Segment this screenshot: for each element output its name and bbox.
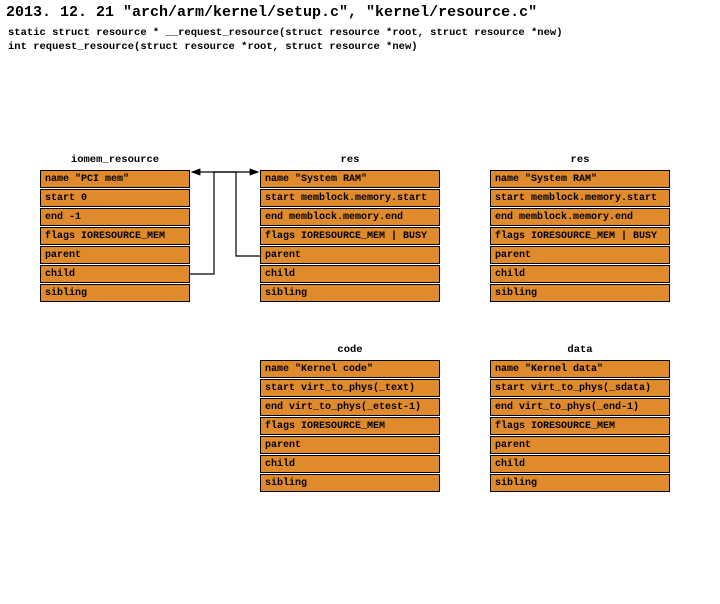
cell-iomem-end: end -1 bbox=[40, 208, 190, 226]
cell-data-sibling: sibling bbox=[490, 474, 670, 492]
sig-request-resource-static: static struct resource * __request_resou… bbox=[8, 27, 712, 41]
cell-res1-start: start memblock.memory.start bbox=[260, 189, 440, 207]
diagram-stage: iomem_resource name "PCI mem" start 0 en… bbox=[0, 64, 720, 544]
cell-data-child: child bbox=[490, 455, 670, 473]
cell-data-name: name "Kernel data" bbox=[490, 360, 670, 378]
cell-code-name: name "Kernel code" bbox=[260, 360, 440, 378]
cell-code-start: start virt_to_phys(_text) bbox=[260, 379, 440, 397]
cell-res2-child: child bbox=[490, 265, 670, 283]
cell-data-end: end virt_to_phys(_end-1) bbox=[490, 398, 670, 416]
cell-iomem-start: start 0 bbox=[40, 189, 190, 207]
cell-res1-name: name "System RAM" bbox=[260, 170, 440, 188]
struct-res-1: res name "System RAM" start memblock.mem… bbox=[260, 154, 440, 302]
cell-iomem-flags: flags IORESOURCE_MEM bbox=[40, 227, 190, 245]
struct-res-2: res name "System RAM" start memblock.mem… bbox=[490, 154, 670, 302]
cell-res2-parent: parent bbox=[490, 246, 670, 264]
page-title: 2013. 12. 21 "arch/arm/kernel/setup.c", … bbox=[0, 0, 720, 25]
cell-data-flags: flags IORESOURCE_MEM bbox=[490, 417, 670, 435]
cell-iomem-parent: parent bbox=[40, 246, 190, 264]
cell-code-child: child bbox=[260, 455, 440, 473]
cell-res1-flags: flags IORESOURCE_MEM | BUSY bbox=[260, 227, 440, 245]
struct-data: data name "Kernel data" start virt_to_ph… bbox=[490, 344, 670, 492]
cell-res2-name: name "System RAM" bbox=[490, 170, 670, 188]
cell-code-parent: parent bbox=[260, 436, 440, 454]
struct-code: code name "Kernel code" start virt_to_ph… bbox=[260, 344, 440, 492]
sig-request-resource: int request_resource(struct resource *ro… bbox=[8, 41, 712, 55]
cell-res1-end: end memblock.memory.end bbox=[260, 208, 440, 226]
struct-title-data: data bbox=[490, 344, 670, 356]
struct-title-code: code bbox=[260, 344, 440, 356]
signatures: static struct resource * __request_resou… bbox=[0, 25, 720, 64]
struct-title-res2: res bbox=[490, 154, 670, 166]
cell-res2-flags: flags IORESOURCE_MEM | BUSY bbox=[490, 227, 670, 245]
cell-iomem-sibling: sibling bbox=[40, 284, 190, 302]
struct-title-res1: res bbox=[260, 154, 440, 166]
cell-res1-sibling: sibling bbox=[260, 284, 440, 302]
cell-res2-start: start memblock.memory.start bbox=[490, 189, 670, 207]
struct-title-iomem: iomem_resource bbox=[40, 154, 190, 166]
cell-iomem-name: name "PCI mem" bbox=[40, 170, 190, 188]
cell-code-end: end virt_to_phys(_etest-1) bbox=[260, 398, 440, 416]
cell-code-sibling: sibling bbox=[260, 474, 440, 492]
cell-data-start: start virt_to_phys(_sdata) bbox=[490, 379, 670, 397]
struct-iomem-resource: iomem_resource name "PCI mem" start 0 en… bbox=[40, 154, 190, 302]
cell-res1-child: child bbox=[260, 265, 440, 283]
cell-res2-end: end memblock.memory.end bbox=[490, 208, 670, 226]
cell-res2-sibling: sibling bbox=[490, 284, 670, 302]
cell-code-flags: flags IORESOURCE_MEM bbox=[260, 417, 440, 435]
cell-iomem-child: child bbox=[40, 265, 190, 283]
arrow-iomem-child-to-res1 bbox=[0, 64, 720, 604]
cell-res1-parent: parent bbox=[260, 246, 440, 264]
cell-data-parent: parent bbox=[490, 436, 670, 454]
